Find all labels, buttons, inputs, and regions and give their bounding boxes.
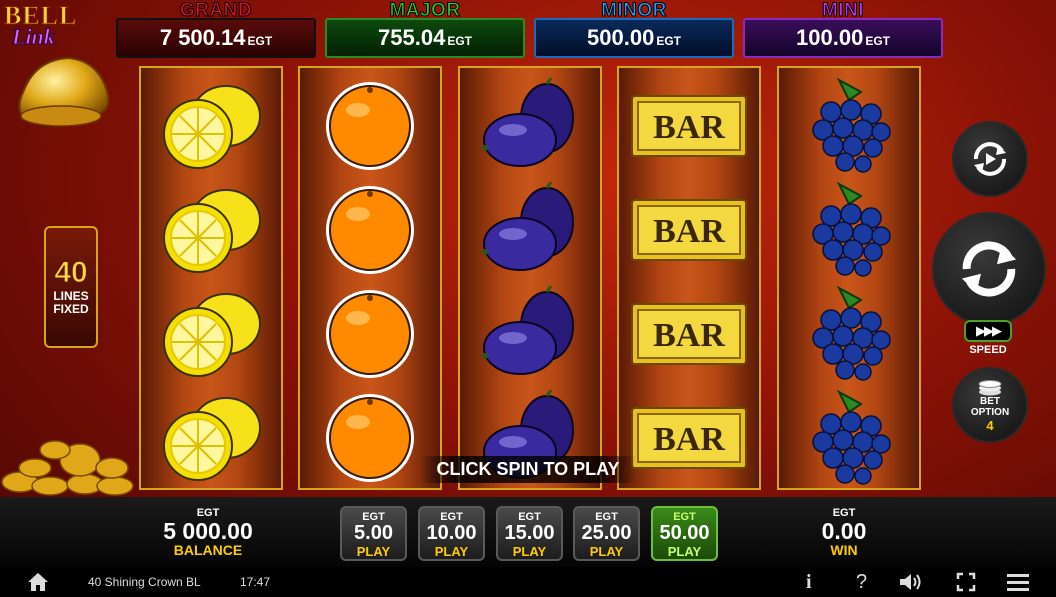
orange-icon [300,178,440,282]
bet-value: 15.00 [504,522,555,544]
svg-text:BAR: BAR [653,213,725,250]
spin-icon [961,241,1017,297]
svg-text:BAR: BAR [653,317,725,354]
jackpot-grand-label: GRAND [179,0,253,22]
bet-play-label: PLAY [356,544,391,559]
game-name: 40 Shining Crown BL [88,575,201,589]
plum-icon [460,282,600,386]
balance-label: BALANCE [173,542,243,558]
bet-button-1[interactable]: EGT 5.00 PLAY [340,506,407,561]
coin-pile-icon [1,440,134,496]
bet-option-label1: BET [980,395,1000,407]
lemon-icon [141,74,281,178]
bar-icon: BAR [619,178,759,282]
plum-icon [460,178,600,282]
bet-play-label: PLAY [434,544,469,559]
autoplay-button[interactable] [952,121,1028,197]
balance-display: EGT 5 000.00 BALANCE [148,507,268,557]
jackpot-major-value: 755.04 [378,25,446,50]
reel-4: BAR BAR BAR BAR [617,66,761,490]
bet-play-label: PLAY [589,544,624,559]
lemon-icon [141,282,281,386]
jackpot-mini: MINI 100.00 EGT [743,0,943,58]
jackpot-major-label: MAJOR [389,0,461,22]
grapes-icon [779,178,919,282]
fullscreen-icon[interactable] [956,572,976,592]
jackpot-minor-value: 500.00 [587,25,655,50]
lines-fixed-badge: 40 LINES FIXED [44,226,98,348]
reel-1 [139,66,283,490]
bar-icon: BAR [619,74,759,178]
jackpot-grand: GRAND 7 500.14 EGT [116,0,316,58]
jackpot-grand-value: 7 500.14 [159,25,246,50]
help-icon[interactable]: ? [856,571,867,593]
jackpot-major-currency: EGT [447,34,472,48]
menu-icon[interactable] [1007,573,1029,591]
status-bar: 40 Shining Crown BL 17:47 i ? [0,567,1056,597]
bet-value: 25.00 [581,522,632,544]
bet-play-label: PLAY [667,544,702,559]
win-display: EGT 0.00 WIN [794,507,894,557]
grapes-icon [779,386,919,490]
game-logo: BELL Link [4,2,78,49]
speed-button[interactable]: ▶▶▶ SPEED [952,320,1024,356]
fixed-label: FIXED [53,302,89,316]
autoplay-icon [974,142,1006,176]
lemon-icon [141,386,281,490]
lemon-icon [141,178,281,282]
chips-icon [978,379,1002,395]
orange-icon [300,282,440,386]
jackpot-grand-currency: EGT [247,34,273,48]
speed-label: SPEED [969,344,1007,356]
bet-option-button[interactable]: BET OPTION 4 [952,367,1028,443]
clock-time: 17:47 [240,575,271,589]
sound-icon[interactable] [898,572,924,592]
click-spin-prompt: CLICK SPIN TO PLAY [420,456,636,483]
bet-button-4[interactable]: EGT 25.00 PLAY [573,506,640,561]
orange-icon [300,74,440,178]
bet-value: 5.00 [354,522,393,544]
grapes-icon [779,282,919,386]
bet-option-label2: OPTION [970,406,1010,418]
svg-text:BAR: BAR [653,421,725,458]
reel-3 [458,66,602,490]
bet-value: 50.00 [659,522,710,544]
win-value: 0.00 [821,518,867,544]
reel-2 [298,66,442,490]
jackpot-minor-currency: EGT [656,34,681,48]
balance-value: 5 000.00 [163,518,253,544]
info-icon[interactable]: i [806,571,812,593]
win-label: WIN [830,542,858,558]
bet-play-label: PLAY [512,544,547,559]
bet-button-2[interactable]: EGT 10.00 PLAY [418,506,485,561]
jackpot-mini-currency: EGT [865,34,890,48]
grapes-icon [779,74,919,178]
bet-button-5[interactable]: EGT 50.00 PLAY [651,506,718,561]
bell-icon [18,56,110,127]
bar-icon: BAR [619,282,759,386]
bet-value: 10.00 [426,522,477,544]
orange-icon [300,386,440,490]
jackpot-major: MAJOR 755.04 EGT [325,0,525,58]
jackpot-minor-label: MINOR [601,0,667,22]
jackpot-mini-label: MINI [821,0,865,22]
reel-5 [777,66,921,490]
logo-line2: Link [12,24,56,49]
bet-button-3[interactable]: EGT 15.00 PLAY [496,506,563,561]
lines-count: 40 [54,256,88,290]
jackpot-minor: MINOR 500.00 EGT [534,0,734,58]
fast-forward-icon: ▶▶▶ [964,320,1012,342]
jackpot-mini-value: 100.00 [796,25,864,50]
plum-icon [460,74,600,178]
svg-text:BAR: BAR [653,109,725,146]
spin-button[interactable] [932,212,1046,326]
bar-icon: BAR [619,386,759,490]
bet-option-value: 4 [986,417,994,433]
home-icon[interactable] [26,571,50,593]
